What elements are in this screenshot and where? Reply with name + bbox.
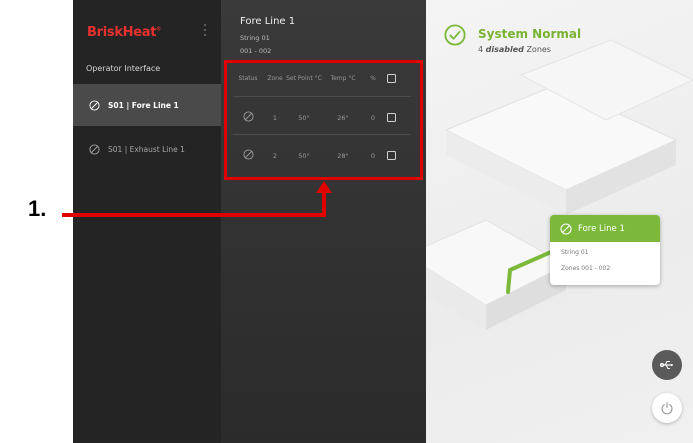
sidebar-item-fore-line-1[interactable]: S01 | Fore Line 1	[73, 84, 221, 126]
annotation-arrow-line	[62, 213, 326, 217]
system-overview: System Normal 4 disabled Zones Fore Line…	[426, 0, 693, 443]
card-header: Fore Line 1	[550, 215, 660, 242]
card-string: String 01	[561, 249, 589, 256]
panel-title: Fore Line 1	[240, 16, 296, 27]
annotation-number: 1.	[28, 196, 47, 221]
sidebar: BriskHeat® Operator Interface S01 | Fore…	[73, 0, 221, 443]
sidebar-item-exhaust-line-1[interactable]: S01 | Exhaust Line 1	[73, 128, 221, 170]
check-circle-icon	[444, 24, 466, 46]
system-status-title: System Normal	[478, 27, 582, 41]
card-zones: Zones 001 - 002	[561, 265, 611, 272]
card-title: Fore Line 1	[578, 223, 625, 234]
usb-icon	[659, 361, 673, 369]
annotation-arrow-head	[316, 181, 332, 193]
disabled-icon	[89, 143, 100, 155]
power-button[interactable]	[652, 393, 682, 423]
disabled-zones-note: 4 disabled Zones	[478, 45, 551, 54]
brand-logo: BriskHeat®	[87, 25, 161, 40]
more-menu-icon[interactable]	[199, 22, 211, 38]
usb-button[interactable]	[652, 350, 682, 380]
section-label: Operator Interface	[86, 64, 161, 73]
annotation-highlight-box	[224, 60, 423, 180]
panel-string: String 01	[240, 34, 270, 42]
line-info-card[interactable]: Fore Line 1 String 01 Zones 001 - 002	[550, 215, 660, 285]
disabled-icon	[560, 222, 572, 235]
disabled-icon	[89, 99, 100, 111]
power-icon	[661, 401, 673, 415]
sidebar-item-label: S01 | Fore Line 1	[108, 100, 179, 110]
annotation-arrow-stem	[322, 192, 326, 217]
panel-zone-range: 001 - 002	[240, 47, 272, 55]
sidebar-item-label: S01 | Exhaust Line 1	[108, 144, 185, 154]
